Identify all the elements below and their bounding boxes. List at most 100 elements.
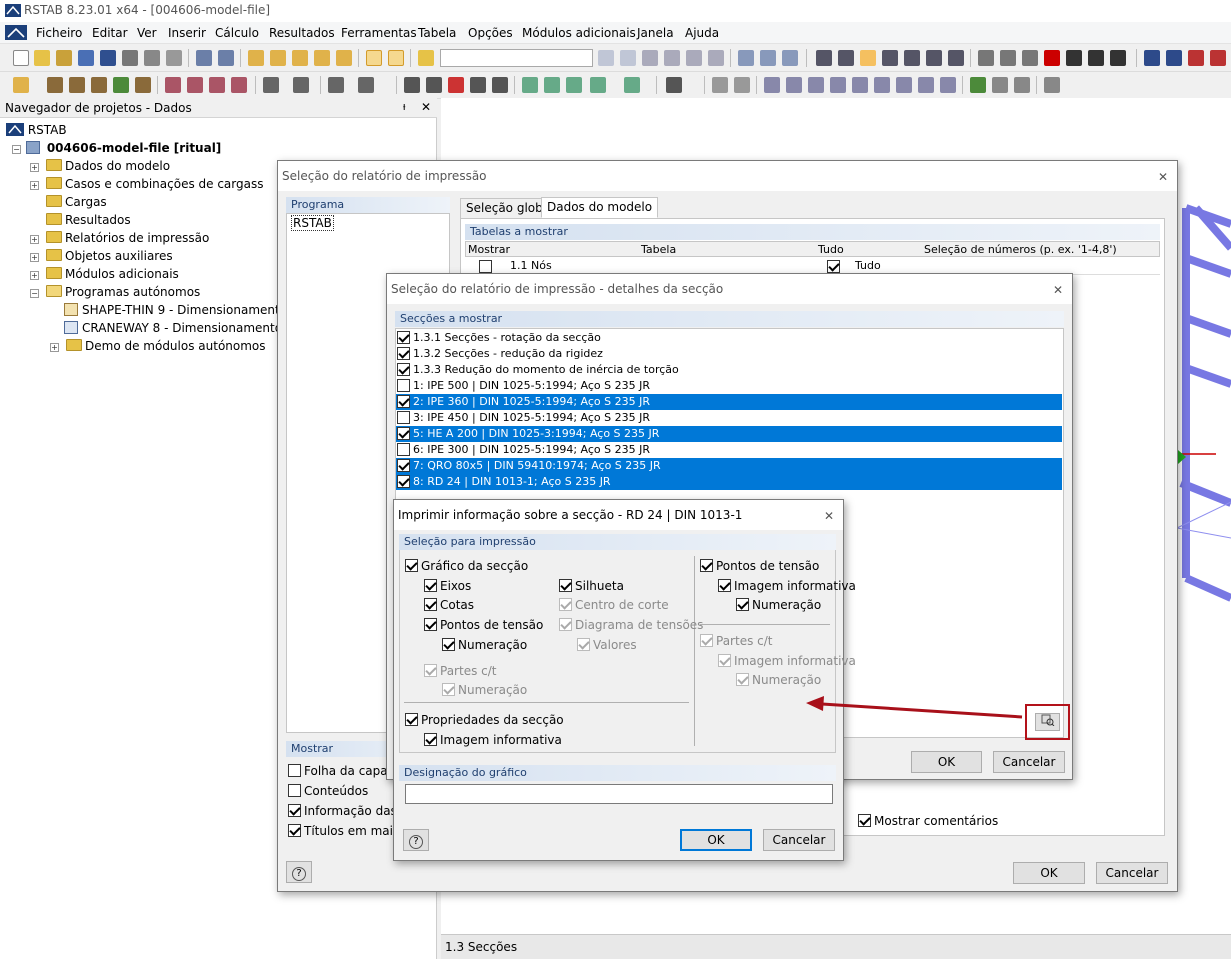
section-checkbox[interactable]: [397, 443, 410, 456]
section-checkbox[interactable]: [397, 475, 410, 488]
menu-resultados[interactable]: Resultados: [269, 26, 335, 40]
programa-item-rstab[interactable]: RSTAB: [291, 215, 334, 231]
render-icon-3[interactable]: [448, 77, 464, 93]
save-all-icon[interactable]: [78, 50, 94, 66]
help-button[interactable]: ?: [286, 861, 312, 883]
menu-opcoes[interactable]: Opções: [468, 26, 513, 40]
report-icon[interactable]: [1044, 77, 1060, 93]
section-row[interactable]: 7: QRO 80x5 | DIN 59410:1974; Aço S 235 …: [396, 458, 1062, 474]
pontos-tensao-right-checkbox[interactable]: Pontos de tensão: [700, 559, 819, 573]
member-icon[interactable]: [47, 77, 63, 93]
menu-ver[interactable]: Ver: [137, 26, 157, 40]
print-icon[interactable]: [122, 50, 138, 66]
mirror-icon[interactable]: [926, 50, 942, 66]
window-icon[interactable]: [336, 50, 352, 66]
save-icon[interactable]: [100, 50, 116, 66]
section-row[interactable]: 5: HE A 200 | DIN 1025-3:1994; Aço S 235…: [396, 426, 1062, 442]
tree-item-casos[interactable]: Casos e combinações de cargass: [46, 177, 263, 194]
expand-icon[interactable]: +: [30, 235, 39, 244]
load-member-icon[interactable]: [187, 77, 203, 93]
find-icon[interactable]: [270, 50, 286, 66]
result-mz-icon[interactable]: [874, 77, 890, 93]
view-icon-1[interactable]: [738, 50, 754, 66]
navigator-toggle-icon[interactable]: [366, 50, 382, 66]
collapse-icon[interactable]: −: [12, 145, 21, 154]
menu-ficheiro[interactable]: Ficheiro: [36, 26, 82, 40]
axis-z-icon[interactable]: [566, 77, 582, 93]
section-checkbox[interactable]: [397, 459, 410, 472]
pontos-tensao-checkbox[interactable]: Pontos de tensão: [424, 618, 543, 632]
section-checkbox[interactable]: [397, 379, 410, 392]
designacao-input[interactable]: [405, 784, 833, 804]
tree-item-resultados[interactable]: Resultados: [46, 213, 131, 230]
app-menu-icon[interactable]: [5, 25, 27, 40]
close-icon[interactable]: ✕: [421, 100, 431, 114]
menu-ajuda[interactable]: Ajuda: [685, 26, 719, 40]
result-vz-icon[interactable]: [808, 77, 824, 93]
import-icon[interactable]: [1166, 50, 1182, 66]
support-icon[interactable]: [113, 77, 129, 93]
snap-icon[interactable]: [838, 50, 854, 66]
cancel-button[interactable]: Cancelar: [763, 829, 835, 851]
cancel-button[interactable]: Cancelar: [993, 751, 1065, 773]
member-edit-icon[interactable]: [91, 77, 107, 93]
table-results-icon[interactable]: [992, 77, 1008, 93]
section-checkbox[interactable]: [397, 395, 410, 408]
tree-subitem-craneway[interactable]: CRANEWAY 8 - Dimensionamento d: [64, 321, 294, 338]
section-row[interactable]: 1: IPE 500 | DIN 1025-5:1994; Aço S 235 …: [396, 378, 1062, 394]
scale-icon[interactable]: [948, 50, 964, 66]
rotate-icon[interactable]: [904, 50, 920, 66]
edit-icon[interactable]: [248, 50, 264, 66]
results-max-icon[interactable]: [664, 50, 680, 66]
section-details-button[interactable]: [1035, 713, 1060, 731]
arrow-right-icon[interactable]: [358, 77, 374, 93]
ok-button[interactable]: OK: [680, 829, 752, 851]
settings-icon[interactable]: [1110, 50, 1126, 66]
ok-button[interactable]: OK: [1013, 862, 1085, 884]
tree-item-dados-modelo[interactable]: Dados do modelo: [46, 159, 170, 176]
tree-item-cargas[interactable]: Cargas: [46, 195, 107, 212]
axis-x-icon[interactable]: [522, 77, 538, 93]
section-row[interactable]: 6: IPE 300 | DIN 1025-5:1994; Aço S 235 …: [396, 442, 1062, 458]
pin-icon[interactable]: ᵼ: [403, 100, 405, 113]
silhueta-checkbox[interactable]: Silhueta: [559, 579, 624, 593]
section-row[interactable]: 2: IPE 360 | DIN 1025-5:1994; Aço S 235 …: [396, 394, 1062, 410]
open-folder-icon[interactable]: [34, 50, 50, 66]
conteudos-checkbox[interactable]: Conteúdos: [288, 784, 368, 798]
result-n-icon[interactable]: [764, 77, 780, 93]
render-icon-4[interactable]: [470, 77, 486, 93]
result-mt-icon[interactable]: [830, 77, 846, 93]
load-node-icon[interactable]: [165, 77, 181, 93]
close-icon[interactable]: ✕: [1050, 282, 1066, 298]
section-row[interactable]: 3: IPE 450 | DIN 1025-5:1994; Aço S 235 …: [396, 410, 1062, 426]
hinge-member-icon[interactable]: [135, 77, 151, 93]
eixos-checkbox[interactable]: Eixos: [424, 579, 471, 593]
dimension-line-icon[interactable]: [293, 77, 309, 93]
redo-icon[interactable]: [218, 50, 234, 66]
render-icon-1[interactable]: [404, 77, 420, 93]
tab-dados-modelo[interactable]: Dados do modelo: [541, 197, 659, 218]
close-icon[interactable]: ✕: [821, 508, 837, 524]
move-icon[interactable]: [882, 50, 898, 66]
load-case-dropdown[interactable]: [440, 49, 593, 67]
support-reactions-icon[interactable]: [970, 77, 986, 93]
open-project-icon[interactable]: [56, 50, 72, 66]
results-min-icon[interactable]: [686, 50, 702, 66]
cotas-checkbox[interactable]: Cotas: [424, 598, 474, 612]
expand-icon[interactable]: +: [30, 163, 39, 172]
tudo-checkbox[interactable]: [827, 260, 840, 273]
prev-icon[interactable]: [598, 50, 614, 66]
results-icon[interactable]: [642, 50, 658, 66]
imagem-informativa-checkbox[interactable]: Imagem informativa: [718, 579, 856, 593]
expand-icon[interactable]: +: [30, 253, 39, 262]
table-icon[interactable]: [1014, 77, 1030, 93]
marker-icon[interactable]: [1210, 50, 1226, 66]
load-case-icon[interactable]: [418, 50, 434, 66]
render-icon-5[interactable]: [492, 77, 508, 93]
section-row[interactable]: 1.3.3 Redução do momento de inércia de t…: [396, 362, 1062, 378]
target-icon[interactable]: [292, 50, 308, 66]
result-py-icon[interactable]: [896, 77, 912, 93]
axis-y-icon[interactable]: [544, 77, 560, 93]
new-file-icon[interactable]: [13, 50, 29, 66]
collapse-icon[interactable]: −: [30, 289, 39, 298]
